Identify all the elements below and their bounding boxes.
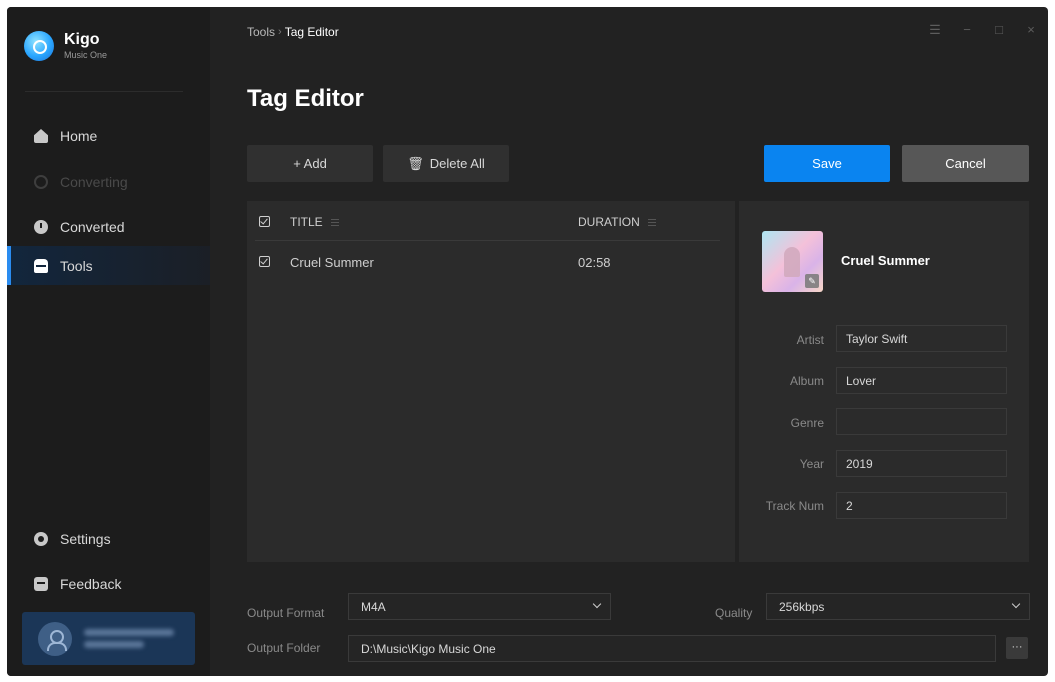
quality-label: Quality (715, 606, 753, 620)
page-title: Tag Editor (247, 85, 364, 112)
album-label: Album (789, 374, 824, 388)
home-icon (34, 129, 48, 143)
year-label: Year (799, 457, 824, 471)
artist-field[interactable] (836, 325, 1007, 352)
edit-cover-icon[interactable]: ✎ (805, 274, 819, 288)
track-title-cell: Cruel Summer (290, 255, 374, 270)
delete-all-button[interactable]: 🗑 Delete All (383, 145, 509, 182)
output-format-label: Output Format (247, 606, 325, 620)
menu-icon[interactable]: ☰ (928, 23, 942, 37)
column-header-title[interactable]: TITLE (290, 215, 323, 229)
avatar (38, 621, 72, 656)
row-checkbox[interactable] (259, 256, 270, 267)
artist-label: Artist (796, 333, 824, 347)
delete-all-label: Delete All (429, 156, 485, 171)
output-folder-label: Output Folder (247, 641, 321, 655)
genre-field[interactable] (836, 408, 1007, 435)
window-controls: ☰ − □ × (928, 23, 1038, 37)
sidebar-item-label: Settings (60, 531, 111, 547)
sort-icon[interactable] (647, 219, 656, 227)
feedback-icon (34, 577, 48, 591)
save-button[interactable]: Save (764, 145, 890, 182)
sidebar: Kigo Music One Home Converting Converted… (7, 7, 210, 676)
track-num-label: Track Num (765, 499, 824, 513)
sidebar-item-tools[interactable]: Tools (7, 246, 210, 285)
kigo-logo-icon (24, 31, 54, 61)
sidebar-item-label: Feedback (60, 576, 122, 592)
output-folder-field[interactable] (348, 635, 996, 662)
sidebar-item-feedback[interactable]: Feedback (7, 565, 210, 603)
app-name: Kigo (64, 31, 100, 48)
tag-detail-panel: ✎ Cruel Summer Artist Album Genre Year T… (739, 201, 1029, 562)
breadcrumb-separator: › (278, 26, 282, 38)
cancel-button[interactable]: Cancel (902, 145, 1029, 182)
sidebar-item-label: Converting (60, 174, 128, 190)
app-window: Kigo Music One Home Converting Converted… (7, 7, 1048, 676)
sidebar-item-converted[interactable]: Converted (7, 208, 210, 246)
close-icon[interactable]: × (1024, 23, 1038, 37)
select-all-checkbox[interactable] (259, 216, 270, 227)
sidebar-item-home[interactable]: Home (7, 117, 210, 155)
converting-icon (34, 175, 48, 189)
sidebar-item-converting[interactable]: Converting (7, 163, 210, 201)
sidebar-item-label: Converted (60, 219, 125, 235)
track-num-field[interactable] (836, 492, 1007, 519)
browse-folder-button[interactable]: ··· (1006, 637, 1028, 659)
table-header: TITLE DURATION (247, 201, 735, 241)
song-title: Cruel Summer (841, 253, 930, 268)
trash-icon: 🗑 (407, 155, 424, 171)
sidebar-item-label: Tools (60, 257, 93, 274)
minimize-icon[interactable]: − (960, 23, 974, 37)
track-duration-cell: 02:58 (578, 255, 611, 270)
sort-icon[interactable] (330, 219, 339, 227)
brand: Kigo Music One (24, 31, 107, 61)
column-header-duration[interactable]: DURATION (578, 215, 640, 229)
add-button[interactable]: + Add (247, 145, 373, 182)
maximize-icon[interactable]: □ (992, 23, 1006, 37)
divider (25, 91, 183, 92)
quality-select[interactable]: 256kbps (766, 593, 1030, 620)
breadcrumb: Tools › Tag Editor (247, 25, 339, 39)
user-account-card[interactable] (22, 612, 195, 665)
output-format-select[interactable]: M4A (348, 593, 611, 620)
genre-label: Genre (790, 416, 824, 430)
breadcrumb-current: Tag Editor (284, 25, 339, 39)
main-content: Tools › Tag Editor ☰ − □ × Tag Editor + … (210, 7, 1048, 676)
chevron-down-icon (1011, 599, 1021, 609)
add-button-label: + Add (293, 156, 327, 171)
chevron-down-icon (592, 599, 602, 609)
sidebar-item-settings[interactable]: Settings (7, 520, 210, 558)
output-format-value: M4A (361, 599, 386, 614)
settings-icon (34, 532, 48, 546)
album-cover[interactable]: ✎ (762, 231, 823, 292)
user-info-blurred (84, 624, 174, 653)
save-label: Save (812, 156, 842, 171)
breadcrumb-root[interactable]: Tools (247, 25, 275, 39)
converted-icon (34, 220, 48, 234)
track-table: TITLE DURATION Cruel Summer 02:58 (247, 201, 735, 562)
album-field[interactable] (836, 367, 1007, 394)
tools-icon (34, 258, 48, 273)
cancel-label: Cancel (945, 156, 986, 171)
sidebar-item-label: Home (60, 128, 98, 144)
year-field[interactable] (836, 450, 1007, 477)
quality-value: 256kbps (779, 599, 825, 614)
divider (255, 240, 720, 241)
app-subtitle: Music One (64, 50, 108, 60)
